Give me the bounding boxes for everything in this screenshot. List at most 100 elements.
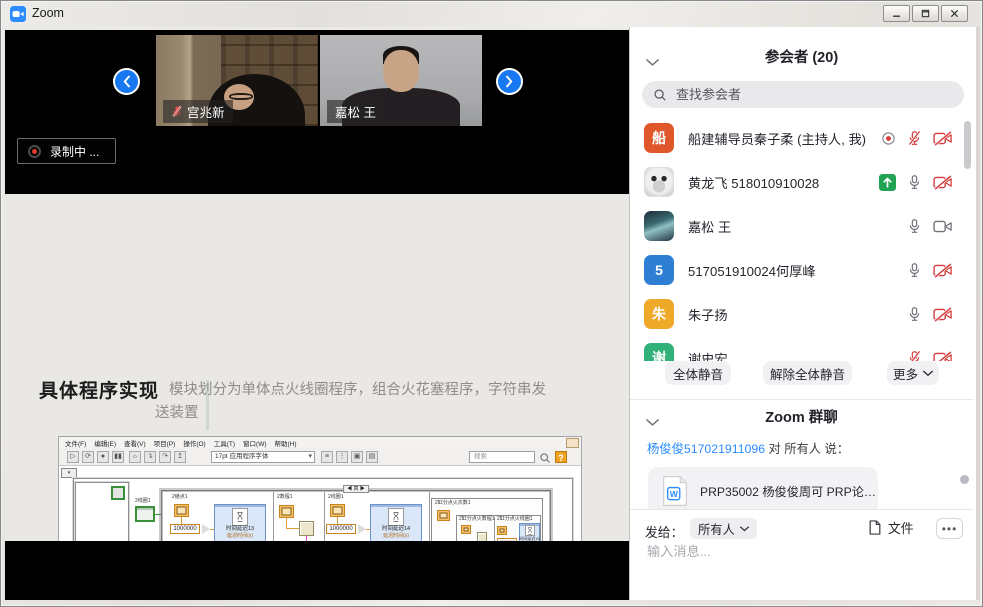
zoom-window: Zoom 宫兆新 bbox=[0, 0, 983, 607]
mute-all-button[interactable]: 全体静音 bbox=[665, 361, 731, 385]
participant-row[interactable]: 嘉松 王 bbox=[630, 204, 973, 248]
frame-divider bbox=[429, 492, 430, 541]
participants-scrollbar[interactable] bbox=[964, 121, 971, 169]
run-button[interactable]: ▷ bbox=[67, 451, 79, 463]
camera-off-icon[interactable] bbox=[933, 263, 953, 278]
distribute-objects-button[interactable]: ⋮ bbox=[336, 451, 348, 463]
mic-icon[interactable] bbox=[907, 306, 922, 322]
loop-selector-tab[interactable]: ▾ bbox=[61, 468, 77, 478]
menu-item[interactable]: 工具(T) bbox=[214, 438, 235, 448]
participant-list[interactable]: 船船建辅导员秦子柔 (主持人, 我) 黄龙飞 518010910028 嘉松 王… bbox=[630, 116, 973, 361]
abort-button[interactable]: ● bbox=[97, 451, 109, 463]
block-label: 2缸分点火线圈1 bbox=[497, 516, 533, 522]
resize-objects-button[interactable]: ▣ bbox=[351, 451, 363, 463]
chevron-down-icon bbox=[923, 370, 933, 377]
participant-row[interactable]: 谢谢史宏 bbox=[630, 336, 973, 361]
step-out-button[interactable]: ↥ bbox=[174, 451, 186, 463]
panel-divider bbox=[630, 399, 973, 400]
recording-badge[interactable]: 录制中 ... bbox=[17, 138, 116, 164]
send-to-dropdown[interactable]: 所有人 bbox=[690, 518, 757, 539]
restore-button[interactable] bbox=[912, 5, 939, 22]
svg-text:W: W bbox=[670, 489, 679, 499]
camera-off-icon[interactable] bbox=[933, 351, 953, 362]
participant-name: 嘉松 王 bbox=[688, 217, 907, 236]
menu-item[interactable]: 操作(O) bbox=[183, 438, 205, 448]
mic-muted-icon[interactable] bbox=[907, 130, 922, 146]
search-participants-input[interactable] bbox=[674, 86, 934, 103]
labview-search-field[interactable]: 搜索 bbox=[469, 451, 535, 463]
wire bbox=[155, 514, 161, 515]
run-continuous-button[interactable]: ⟳ bbox=[82, 451, 94, 463]
avatar: 船 bbox=[644, 123, 674, 153]
menu-item[interactable]: 帮助(H) bbox=[275, 438, 297, 448]
menu-item[interactable]: 文件(F) bbox=[65, 438, 86, 448]
unmute-all-button[interactable]: 解除全体静音 bbox=[763, 361, 852, 385]
participant-name: 黄龙飞 518010910028 bbox=[688, 173, 879, 192]
context-help-icon[interactable]: ? bbox=[555, 451, 567, 463]
menu-item[interactable]: 窗口(W) bbox=[243, 438, 266, 448]
mic-icon[interactable] bbox=[907, 174, 922, 190]
mic-icon[interactable] bbox=[907, 262, 922, 278]
labview-toolbar[interactable]: ▷ ⟳ ● ▮▮ ☼ ↴ ↷ ↥ 17pt 应用程序字体 ≡ ⋮ ▣ ▤ 搜索 bbox=[59, 448, 581, 466]
menu-item[interactable]: 项目(P) bbox=[154, 438, 176, 448]
participant-row[interactable]: 朱朱子扬 bbox=[630, 292, 973, 336]
time-delay-block: 时间延迟14 延迟时间(s) bbox=[370, 504, 422, 541]
chat-sender[interactable]: 杨俊俊517021911096 bbox=[647, 442, 765, 456]
more-options-button[interactable]: 更多 bbox=[887, 361, 939, 385]
participant-video-name: 嘉松 王 bbox=[335, 102, 376, 121]
green-up-arrow-icon bbox=[879, 174, 896, 191]
loop-condition-tab[interactable]: ◀ 真 ▶ bbox=[343, 485, 369, 493]
hourglass-icon bbox=[388, 508, 404, 526]
menu-item[interactable]: 查看(V) bbox=[124, 438, 146, 448]
chat-scrollbar[interactable] bbox=[960, 475, 969, 484]
highlight-execution-button[interactable]: ☼ bbox=[129, 451, 141, 463]
meeting-stage: 宫兆新 嘉松 王 录制中 ... bbox=[5, 27, 629, 600]
pause-button[interactable]: ▮▮ bbox=[112, 451, 124, 463]
loop-source-block bbox=[135, 506, 155, 522]
numeric-constant: 1000000 bbox=[170, 524, 200, 534]
mic-muted-icon[interactable] bbox=[907, 350, 922, 361]
step-over-button[interactable]: ↷ bbox=[159, 451, 171, 463]
previous-videos-button[interactable] bbox=[113, 68, 140, 95]
video-name-label: 嘉松 王 bbox=[327, 100, 384, 123]
block-diagram-canvas[interactable]: ▾火花塞间隔 (ms)1000000 时间延迟25 延迟时间(s)2线圈12线圈… bbox=[59, 466, 581, 541]
express-vi-icon bbox=[299, 521, 314, 536]
chat-file-attachment[interactable]: W PRP35002 杨俊俊周可 PRP论… bbox=[648, 467, 878, 515]
slide-body-line2: 送装置 bbox=[155, 402, 585, 425]
block-label: 2缸分点火数程1 bbox=[459, 516, 495, 522]
video-tile-1[interactable]: 宫兆新 bbox=[156, 35, 318, 126]
nested-loop-frame: 2缸分点火次数12缸分点火数程12缸分点火线圈11000000 时间延迟15 延… bbox=[431, 498, 543, 541]
participant-row[interactable]: 船船建辅导员秦子柔 (主持人, 我) bbox=[630, 116, 973, 160]
titlebar[interactable]: Zoom bbox=[1, 1, 982, 27]
time-delay-block: 时间延迟15 延迟时间(s) bbox=[519, 523, 540, 541]
mic-icon[interactable] bbox=[907, 218, 922, 234]
camera-off-icon[interactable] bbox=[933, 307, 953, 322]
chat-compose-area: 发给： 所有人 文件 ••• bbox=[630, 509, 973, 600]
participant-name: 船建辅导员秦子柔 (主持人, 我) bbox=[688, 129, 881, 148]
reorder-button[interactable]: ▤ bbox=[366, 451, 378, 463]
menu-item[interactable]: 编辑(E) bbox=[94, 438, 116, 448]
zoom-app-icon bbox=[10, 6, 26, 22]
labview-window: 文件(F) 编辑(E) 查看(V) 项目(P) 操作(O) 工具(T) 窗口(W) 帮助(H)… bbox=[58, 436, 582, 541]
chat-message-input[interactable] bbox=[645, 543, 955, 560]
video-tile-2[interactable]: 嘉松 王 bbox=[320, 35, 482, 126]
participants-search[interactable] bbox=[642, 81, 964, 108]
shared-screen-slide: 具体程序实现 模块划分为单体点火线圈程序，组合火花塞程序，字符串发 送装置 文件… bbox=[5, 194, 629, 541]
minimize-button[interactable] bbox=[883, 5, 910, 22]
font-selector-combo[interactable]: 17pt 应用程序字体 bbox=[211, 451, 315, 463]
participant-row[interactable]: 黄龙飞 518010910028 bbox=[630, 160, 973, 204]
wire bbox=[286, 528, 299, 529]
labview-menubar[interactable]: 文件(F) 编辑(E) 查看(V) 项目(P) 操作(O) 工具(T) 窗口(W) 帮助(H) bbox=[59, 437, 581, 448]
send-file-button[interactable]: 文件 bbox=[868, 518, 914, 537]
camera-off-icon[interactable] bbox=[933, 131, 953, 146]
align-objects-button[interactable]: ≡ bbox=[321, 451, 333, 463]
next-videos-button[interactable] bbox=[496, 68, 523, 95]
step-into-button[interactable]: ↴ bbox=[144, 451, 156, 463]
participant-row[interactable]: 5517051910024何厚峰 bbox=[630, 248, 973, 292]
camera-icon[interactable] bbox=[933, 219, 953, 234]
participant-name: 朱子扬 bbox=[688, 305, 907, 324]
labview-window-icon bbox=[566, 438, 579, 448]
camera-off-icon[interactable] bbox=[933, 175, 953, 190]
close-button[interactable] bbox=[941, 5, 968, 22]
compose-more-button[interactable]: ••• bbox=[936, 518, 963, 539]
